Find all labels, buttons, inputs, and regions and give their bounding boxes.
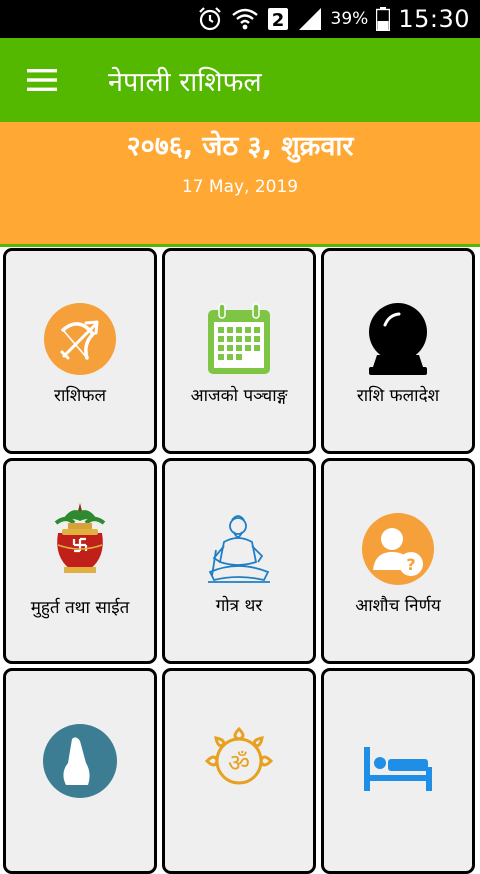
praying-hands-icon (42, 723, 118, 799)
tile-label: राशि फलादेश (356, 386, 440, 406)
status-time: 15:30 (398, 5, 470, 33)
tile-panchang[interactable]: आजको पञ्चाङ्ग (162, 248, 316, 454)
tile-label: आजको पञ्चाङ्ग (190, 386, 288, 406)
app-bar: नेपाली राशिफल (0, 38, 480, 122)
om-icon: ॐ (201, 723, 277, 799)
app-title: नेपाली राशिफल (108, 66, 262, 98)
sagittarius-bow-icon (42, 301, 118, 377)
status-bar: 2 39% 15:30 (0, 0, 480, 38)
hamburger-menu-icon (27, 69, 57, 91)
calendar-icon (201, 301, 277, 377)
battery-percent: 39% (330, 9, 369, 29)
menu-button[interactable] (20, 58, 64, 102)
tile-gotra-thar[interactable]: गोत्र थर (162, 458, 316, 664)
tile-prayer[interactable] (3, 668, 157, 874)
battery-icon (376, 7, 391, 31)
sim-slot-icon: 2 (267, 7, 289, 31)
tile-rashifal[interactable]: राशिफल (3, 248, 157, 454)
tile-rashi-phaladesh[interactable]: राशि फलादेश (321, 248, 475, 454)
date-banner: २०७६, जेठ ३, शुक्रवार 17 May, 2019 (0, 122, 480, 247)
svg-text:?: ? (406, 555, 415, 574)
tile-bed[interactable] (321, 668, 475, 874)
tile-ashauch-nirnay[interactable]: ? आशौच निर्णय (321, 458, 475, 664)
bed-icon (360, 723, 436, 799)
kalash-icon (42, 503, 118, 589)
crystal-ball-icon (360, 301, 436, 377)
tile-label: राशिफल (54, 386, 106, 406)
english-date: 17 May, 2019 (181, 177, 299, 197)
alarm-icon (197, 6, 223, 32)
feature-grid: राशिफल आजको पञ्चाङ्ग राशि फलादेश मुहुर्त… (3, 248, 477, 874)
tile-muhurta[interactable]: मुहुर्त तथा साईत (3, 458, 157, 664)
tile-label: आशौच निर्णय (355, 596, 441, 616)
tile-label: मुहुर्त तथा साईत (30, 598, 130, 618)
user-question-icon: ? (360, 511, 436, 587)
signal-icon (297, 7, 323, 31)
sim-badge: 2 (271, 10, 284, 31)
sage-icon (201, 511, 277, 587)
nepali-date: २०७६, जेठ ३, शुक्रवार (126, 131, 354, 162)
tile-om[interactable]: ॐ (162, 668, 316, 874)
tile-label: गोत्र थर (215, 596, 263, 616)
wifi-icon (231, 7, 259, 31)
svg-text:ॐ: ॐ (228, 749, 250, 777)
